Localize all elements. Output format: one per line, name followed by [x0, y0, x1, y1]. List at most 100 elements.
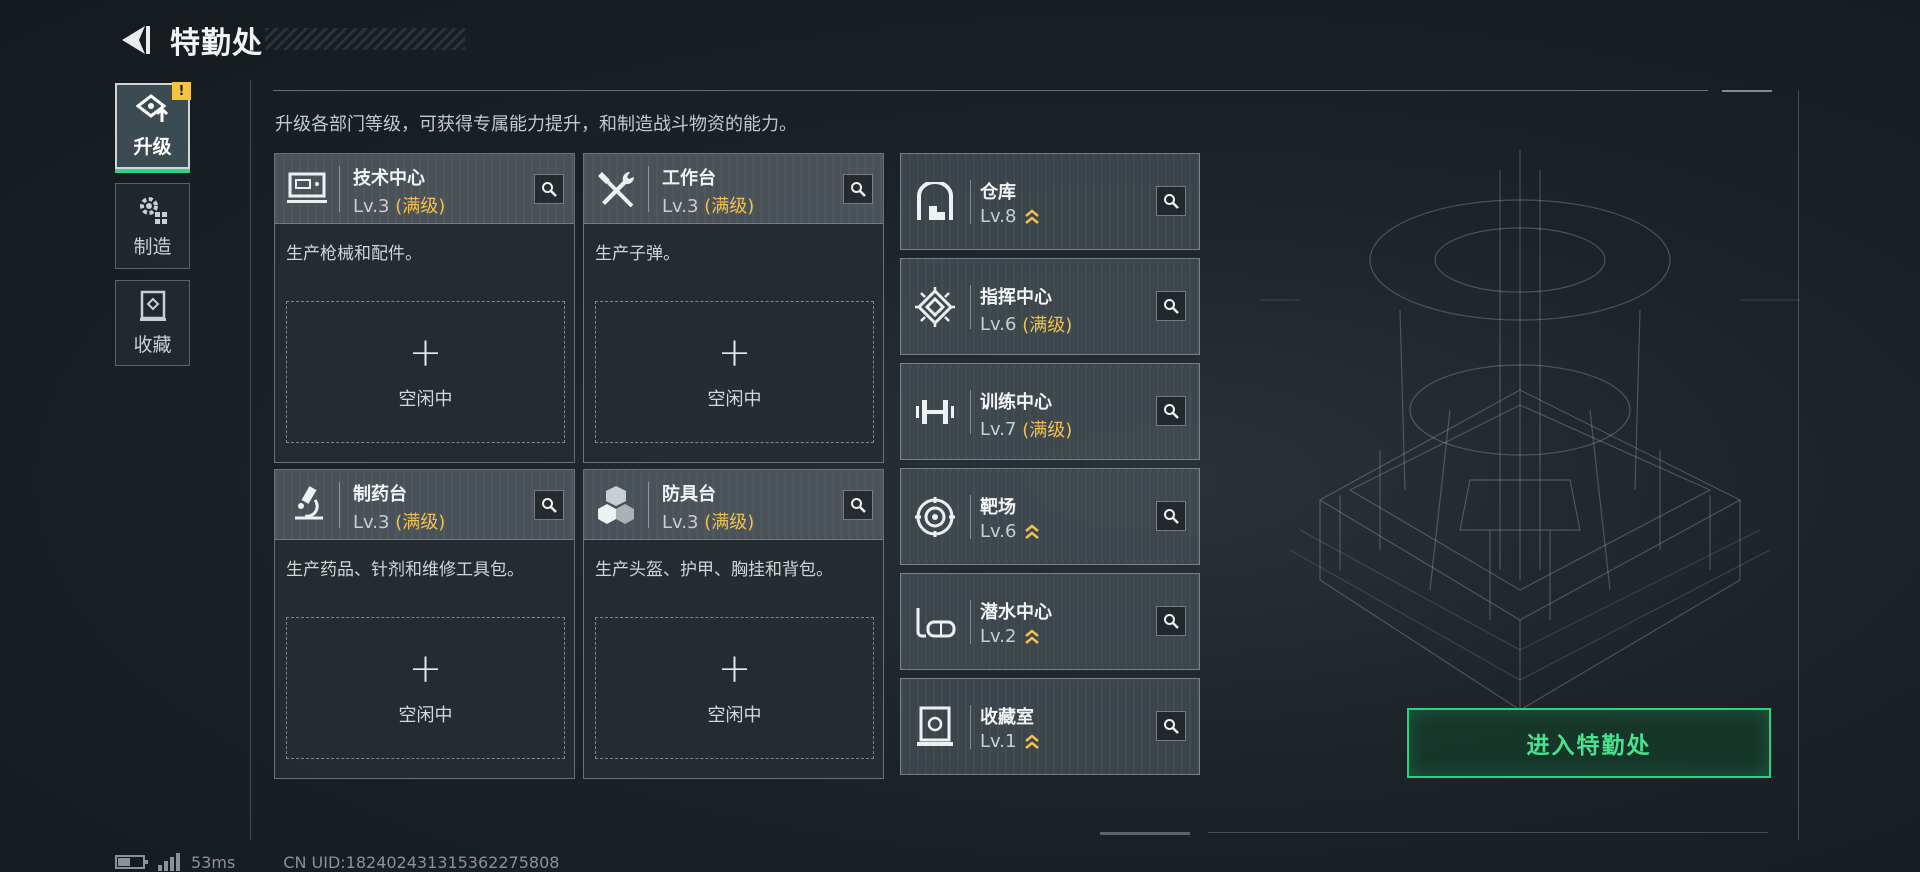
upgrade-available-icon	[1024, 523, 1040, 541]
facility-item-command-center[interactable]: 指挥中心 Lv.6 (满级)	[900, 258, 1200, 355]
facility-name: 仓库	[980, 182, 1016, 203]
diving-mask-icon	[911, 598, 959, 646]
facility-name: 指挥中心	[980, 287, 1052, 308]
ping-readout: 53ms	[191, 852, 236, 872]
inspect-button[interactable]	[1156, 501, 1186, 531]
divider	[970, 180, 971, 224]
facility-item-warehouse[interactable]: 仓库 Lv.8	[900, 153, 1200, 250]
divider	[970, 705, 971, 749]
facility-name: 制药台	[353, 484, 407, 505]
idle-production-slot[interactable]: + 空闲中	[595, 301, 874, 443]
idle-production-slot[interactable]: + 空闲中	[286, 301, 565, 443]
frame-line	[1100, 832, 1190, 835]
plus-icon: +	[717, 646, 752, 692]
card-description: 生产药品、针剂和维修工具包。	[286, 560, 524, 580]
gear-icon	[139, 196, 167, 224]
command-chip-icon	[911, 283, 959, 331]
facility-name: 防具台	[662, 484, 716, 505]
idle-label: 空闲中	[707, 705, 762, 726]
signal-icon	[158, 853, 180, 871]
production-card-armor: 防具台 Lv.3 (满级) 生产头盔、护甲、胸挂和背包。 + 空闲中	[583, 469, 884, 779]
search-icon	[1164, 299, 1179, 314]
idle-label: 空闲中	[707, 389, 762, 410]
card-header: 技术中心 Lv.3 (满级)	[275, 154, 574, 224]
target-icon	[911, 493, 959, 541]
plus-icon: +	[408, 646, 443, 692]
facility-level: Lv.3 (满级)	[353, 512, 446, 533]
search-icon	[542, 182, 557, 197]
upgrade-available-icon	[1024, 733, 1040, 751]
facility-name: 技术中心	[353, 168, 425, 189]
tab-upgrade[interactable]: ! 升级	[115, 82, 191, 173]
inspect-button[interactable]	[843, 490, 873, 520]
tab-craft[interactable]: 制造	[115, 183, 190, 269]
header: 特勤处	[112, 18, 263, 62]
facility-level: Lv.7 (满级)	[980, 416, 1072, 442]
card-description: 生产枪械和配件。	[286, 244, 422, 264]
top-divider	[273, 90, 1708, 91]
plus-icon: +	[717, 330, 752, 376]
tab-collection[interactable]: 收藏	[115, 280, 190, 366]
battery-icon	[115, 855, 148, 869]
tab-upgrade-label: 升级	[133, 135, 172, 158]
production-card-tech-center: 技术中心 Lv.3 (满级) 生产枪械和配件。 + 空闲中	[274, 153, 575, 463]
monitor-icon	[285, 166, 329, 210]
facility-level: Lv.3 (满级)	[662, 512, 755, 533]
search-icon	[1164, 509, 1179, 524]
idle-production-slot[interactable]: + 空闲中	[286, 617, 565, 759]
facility-item-shooting-range[interactable]: 靶场 Lv.6	[900, 468, 1200, 565]
dumbbell-icon	[911, 388, 959, 436]
warehouse-icon	[911, 178, 959, 226]
facility-name: 训练中心	[980, 392, 1052, 413]
divider	[339, 166, 340, 212]
inspect-button[interactable]	[843, 174, 873, 204]
facility-level: Lv.3 (满级)	[662, 196, 755, 217]
inspect-button[interactable]	[1156, 606, 1186, 636]
divider	[970, 390, 971, 434]
plus-icon: +	[408, 330, 443, 376]
search-icon	[542, 498, 557, 513]
special-ops-building-illustration	[1260, 150, 1800, 711]
collection-icon	[911, 703, 959, 751]
card-description: 生产头盔、护甲、胸挂和背包。	[595, 560, 833, 580]
back-button[interactable]	[112, 18, 156, 62]
inspect-button[interactable]	[1156, 396, 1186, 426]
inspect-button[interactable]	[1156, 291, 1186, 321]
card-description: 生产子弹。	[595, 244, 680, 264]
search-icon	[1164, 194, 1179, 209]
divider	[970, 285, 971, 329]
upgrade-icon	[135, 93, 168, 122]
facility-level: Lv.2	[980, 626, 1040, 647]
facility-item-diving-center[interactable]: 潜水中心 Lv.2	[900, 573, 1200, 670]
inspect-button[interactable]	[534, 490, 564, 520]
enter-special-ops-button[interactable]: 进入特勤处	[1407, 708, 1771, 778]
tab-craft-label: 制造	[133, 235, 172, 258]
facility-item-training-center[interactable]: 训练中心 Lv.7 (满级)	[900, 363, 1200, 460]
collection-icon	[139, 290, 166, 321]
inspect-button[interactable]	[534, 174, 564, 204]
divider	[648, 166, 649, 212]
max-level-tag: (满级)	[395, 512, 446, 533]
alert-badge: !	[172, 82, 191, 100]
title-decoration	[265, 28, 465, 50]
page-description: 升级各部门等级，可获得专属能力提升，和制造战斗物资的能力。	[275, 114, 797, 135]
idle-production-slot[interactable]: + 空闲中	[595, 617, 874, 759]
facility-item-collection-room[interactable]: 收藏室 Lv.1	[900, 678, 1200, 775]
facility-name: 工作台	[662, 168, 716, 189]
max-level-tag: (满级)	[704, 512, 755, 533]
max-level-tag: (满级)	[395, 196, 446, 217]
max-level-tag: (满级)	[1022, 420, 1073, 441]
idle-label: 空闲中	[398, 389, 453, 410]
inspect-button[interactable]	[1156, 711, 1186, 741]
search-icon	[851, 182, 866, 197]
facility-name: 潜水中心	[980, 602, 1052, 623]
card-header: 防具台 Lv.3 (满级)	[584, 470, 883, 540]
frame-line	[1722, 90, 1772, 92]
divider	[339, 482, 340, 528]
inspect-button[interactable]	[1156, 186, 1186, 216]
max-level-tag: (满级)	[1022, 315, 1073, 336]
enter-button-label: 进入特勤处	[1526, 733, 1652, 759]
search-icon	[1164, 614, 1179, 629]
frame-line	[250, 80, 251, 840]
upgrade-available-icon	[1024, 628, 1040, 646]
